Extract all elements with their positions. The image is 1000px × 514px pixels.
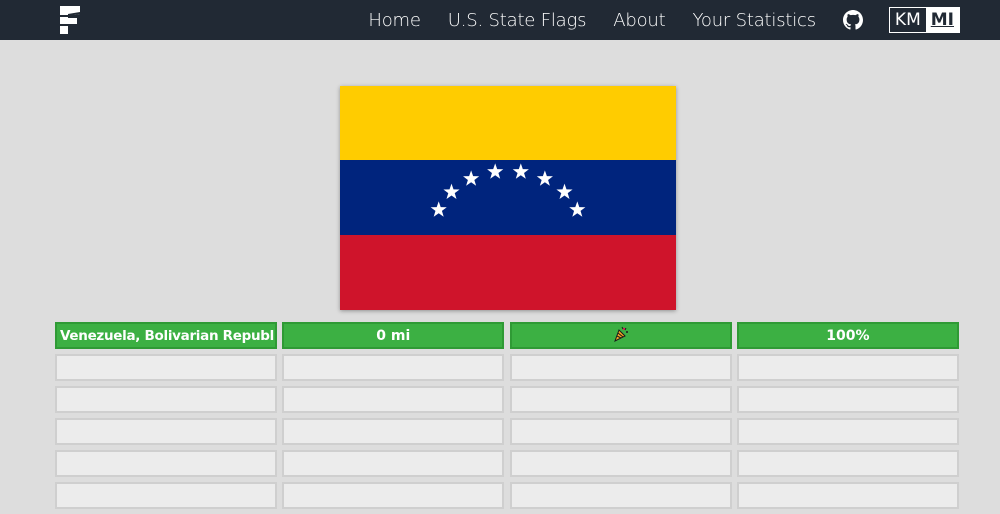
empty-cell — [509, 450, 732, 477]
empty-cell — [55, 418, 277, 445]
guess-direction-cell — [509, 322, 732, 349]
flagle-f-logo-icon[interactable] — [58, 4, 82, 36]
empty-cell — [282, 450, 505, 477]
guess-grid: Venezuela, Bolivarian Republic of 0 mi 1… — [55, 322, 961, 514]
empty-guess-row — [55, 418, 961, 445]
empty-cell — [736, 418, 959, 445]
empty-guess-row — [55, 386, 961, 413]
nav-links: Home U.S. State Flags About Your Statist… — [368, 0, 1000, 40]
empty-cell — [55, 482, 277, 509]
empty-cell — [736, 450, 959, 477]
empty-guess-row — [55, 482, 961, 509]
empty-cell — [736, 354, 959, 381]
unit-toggle: KM MI — [888, 7, 960, 33]
empty-cell — [509, 354, 732, 381]
guess-proximity-cell: 100% — [736, 322, 959, 349]
empty-cell — [509, 482, 732, 509]
nav-about-link[interactable]: About — [613, 10, 665, 31]
flag-top-stripe — [340, 86, 676, 161]
github-icon[interactable] — [842, 10, 863, 30]
mystery-flag-image — [340, 86, 676, 310]
guess-distance-cell: 0 mi — [282, 322, 505, 349]
empty-cell — [282, 482, 505, 509]
top-navbar: Home U.S. State Flags About Your Statist… — [0, 0, 1000, 40]
empty-guess-row — [55, 450, 961, 477]
flag-middle-stripe — [340, 160, 676, 236]
guess-row: Venezuela, Bolivarian Republic of 0 mi 1… — [55, 322, 961, 349]
empty-cell — [509, 386, 732, 413]
empty-cell — [55, 386, 277, 413]
empty-cell — [282, 418, 505, 445]
empty-cell — [282, 354, 505, 381]
guess-country-cell: Venezuela, Bolivarian Republic of — [55, 322, 277, 349]
empty-cell — [55, 354, 277, 381]
empty-cell — [736, 482, 959, 509]
empty-guess-row — [55, 354, 961, 381]
empty-cell — [55, 450, 277, 477]
empty-cell — [736, 386, 959, 413]
nav-home-link[interactable]: Home — [368, 10, 421, 31]
empty-cell — [509, 418, 732, 445]
nav-us-state-flags-link[interactable]: U.S. State Flags — [448, 10, 587, 31]
empty-cell — [282, 386, 505, 413]
nav-statistics-link[interactable]: Your Statistics — [692, 10, 816, 31]
flag-bottom-stripe — [340, 235, 676, 310]
unit-mi-button[interactable]: MI — [925, 8, 959, 32]
party-popper-icon — [612, 325, 630, 347]
unit-km-button[interactable]: KM — [889, 8, 926, 32]
